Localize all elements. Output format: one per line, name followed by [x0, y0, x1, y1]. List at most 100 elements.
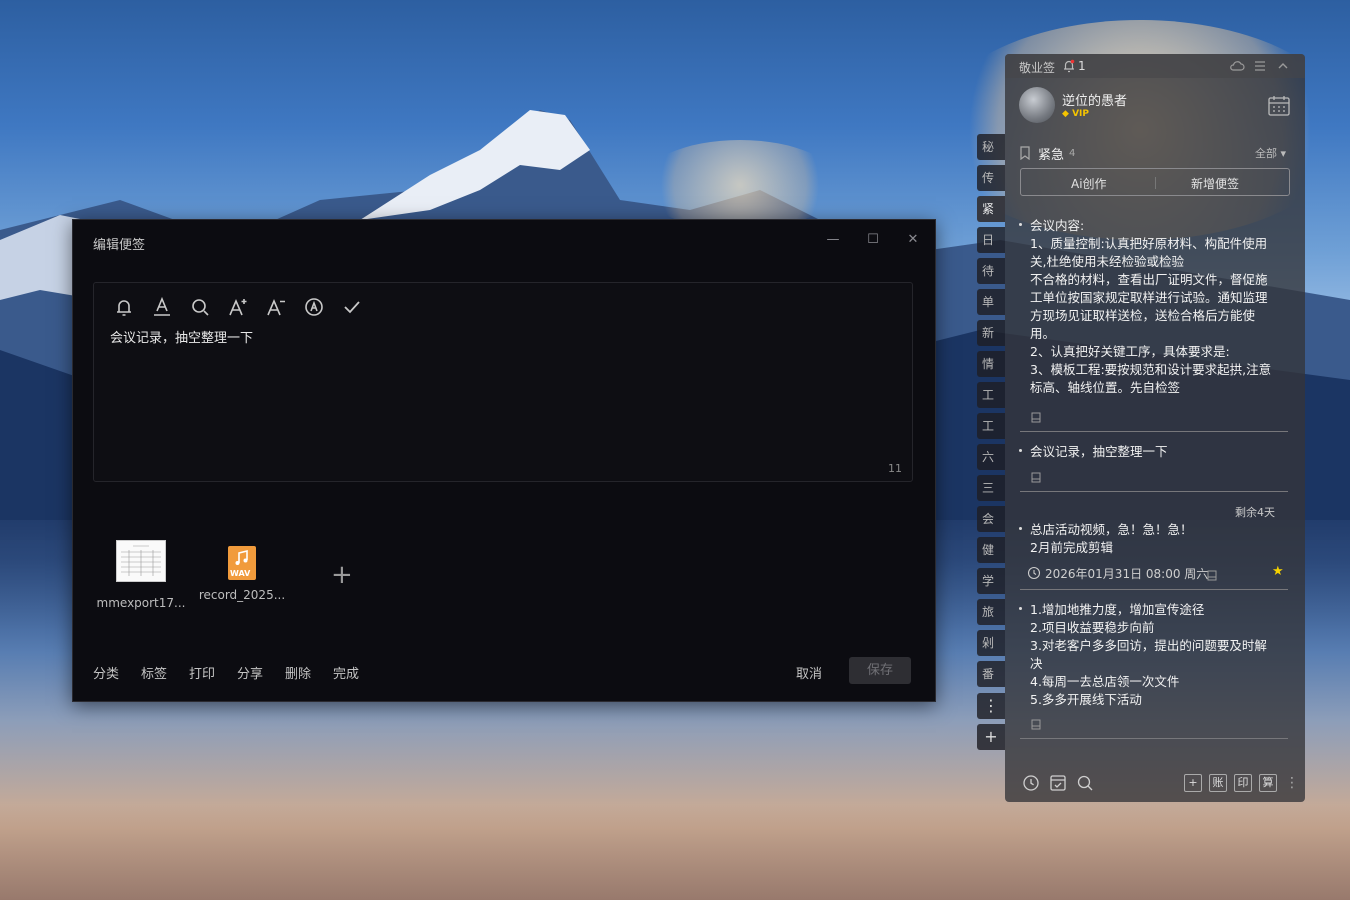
remaining-days: 剩余4天	[1235, 506, 1275, 519]
print-button[interactable]: 打印	[189, 663, 215, 682]
side-tab[interactable]: 工作	[977, 413, 1005, 439]
note-line: 1.增加地推力度，增加宣传途径	[1030, 602, 1205, 617]
checklist-icon[interactable]	[1049, 774, 1067, 792]
note-line: 5.多多开展线下活动	[1030, 692, 1142, 707]
close-button[interactable]: ✕	[903, 230, 923, 250]
menu-icon[interactable]	[1252, 58, 1268, 74]
side-tab[interactable]: 日程	[977, 227, 1005, 253]
note-line: 关,杜绝使用未经检验或检验	[1030, 254, 1184, 269]
add-attachment-button[interactable]: +	[331, 562, 353, 588]
note-line: 标高、轴线位置。先自检签	[1030, 380, 1181, 393]
maximize-button[interactable]: ☐	[863, 230, 883, 250]
checkmark-icon[interactable]	[340, 295, 364, 319]
note-divider	[1020, 738, 1288, 739]
category-button[interactable]: 分类	[93, 663, 119, 682]
side-tab[interactable]: 六班	[977, 444, 1005, 470]
side-tab[interactable]: 番茄	[977, 661, 1005, 687]
side-tab[interactable]: 三班	[977, 475, 1005, 501]
side-tab[interactable]: 单词	[977, 289, 1005, 315]
add-tab-button[interactable]: +	[977, 724, 1005, 750]
note-line: 2、认真把好关键工序，具体要求是:	[1030, 344, 1230, 359]
share-button[interactable]: 分享	[237, 663, 263, 682]
reminder-bell-icon[interactable]	[112, 295, 136, 319]
note-line: 4.每周一去总店领一次文件	[1030, 674, 1180, 689]
side-tab[interactable]: 传输	[977, 165, 1005, 191]
user-name[interactable]: 逆位的愚者	[1062, 90, 1127, 109]
side-tab[interactable]: 剁手	[977, 630, 1005, 656]
note-item[interactable]: 总店活动视频，急！急！急！ 2月前完成剪辑	[1019, 521, 1289, 557]
more-tabs-button[interactable]: ⋮	[977, 693, 1005, 719]
note-editor-area[interactable]: 会议记录，抽空整理一下 11	[93, 282, 913, 482]
add-square-button[interactable]: +	[1184, 774, 1202, 792]
tag-button[interactable]: 标签	[141, 663, 167, 682]
window-title: 编辑便签	[93, 238, 146, 253]
note-lock-icon	[1030, 408, 1042, 423]
note-item[interactable]: 1.增加地推力度，增加宣传途径 2.项目收益要稳步向前 3.对老客户多多回访，提出的…	[1019, 601, 1289, 709]
note-datetime: 2026年01月31日 08:00 周六	[1045, 567, 1209, 581]
note-text: 会议记录，抽空整理一下	[1019, 443, 1289, 461]
side-tab[interactable]: 紧急	[977, 196, 1005, 222]
star-icon[interactable]: ★	[1272, 564, 1284, 579]
note-line: 2月前完成剪辑	[1030, 540, 1113, 555]
minimize-button[interactable]: —	[823, 230, 843, 250]
note-lock-icon	[1206, 566, 1218, 581]
new-note-button[interactable]: 新增便签	[1191, 175, 1239, 192]
attachment-audio[interactable]: WAV record_2025...	[197, 540, 287, 602]
note-bullet	[1019, 527, 1022, 530]
note-content[interactable]: 会议记录，抽空整理一下	[110, 327, 253, 346]
panel-bottom-bar: + 账 印 算 ⋮	[1005, 766, 1305, 802]
category-count: 4	[1069, 148, 1076, 159]
side-tab[interactable]: 秘密	[977, 134, 1005, 160]
filter-dropdown[interactable]: 全部 ▾	[1255, 145, 1286, 161]
side-tab[interactable]: 学习	[977, 568, 1005, 594]
notification-count: 1	[1078, 59, 1086, 73]
search-icon[interactable]	[1076, 774, 1094, 792]
note-item[interactable]: 会议内容: 1、质量控制:认真把好原材料、构配件使用 关,杜绝使用未经检验或检验 不合…	[1019, 217, 1289, 393]
note-bullet	[1019, 607, 1022, 610]
save-button[interactable]: 保存	[849, 657, 911, 684]
avatar[interactable]	[1019, 87, 1055, 123]
edit-note-window: 编辑便签 — ☐ ✕ 会议记录，抽空整理一下 11 mmexport17... …	[72, 219, 936, 702]
side-tab[interactable]: 待办	[977, 258, 1005, 284]
note-text: 1.增加地推力度，增加宣传途径 2.项目收益要稳步向前 3.对老客户多多回访，提出的…	[1019, 601, 1289, 709]
calendar-icon[interactable]	[1267, 95, 1291, 117]
attachment-image[interactable]: mmexport17...	[96, 540, 186, 610]
complete-button[interactable]: 完成	[333, 663, 359, 682]
side-tab[interactable]: 会员	[977, 506, 1005, 532]
note-item[interactable]: 会议记录，抽空整理一下	[1019, 443, 1289, 461]
collapse-icon[interactable]	[1275, 58, 1291, 74]
note-line: 3、模板工程:要按规范和设计要求起拱,注意	[1030, 362, 1272, 377]
sticky-notes-panel: 敬业签 1 逆位的愚者 ◆ VIP 紧急 4 全部 ▾ Ai创作 新增便签 会议…	[1005, 54, 1305, 802]
font-increase-icon[interactable]	[226, 295, 250, 319]
note-line: 不合格的材料，查看出厂证明文件，督促施	[1030, 272, 1268, 287]
note-text: 总店活动视频，急！急！急！ 2月前完成剪辑	[1019, 521, 1289, 557]
action-bar: Ai创作 新增便签	[1020, 168, 1290, 196]
cancel-button[interactable]: 取消	[796, 663, 822, 682]
side-tab[interactable]: 旅游	[977, 599, 1005, 625]
ledger-button[interactable]: 账	[1209, 774, 1227, 792]
category-title: 紧急	[1038, 148, 1065, 163]
side-tab[interactable]: 健康	[977, 537, 1005, 563]
search-icon[interactable]	[188, 295, 212, 319]
note-line: 工单位按国家规定取样进行试验。通知监理	[1030, 290, 1268, 305]
cloud-sync-icon[interactable]	[1229, 58, 1245, 74]
delete-button[interactable]: 删除	[285, 663, 311, 682]
text-style-icon[interactable]	[302, 295, 326, 319]
side-tab[interactable]: 新年	[977, 320, 1005, 346]
notification-bell-icon[interactable]	[1063, 58, 1075, 73]
calculator-button[interactable]: 算	[1259, 774, 1277, 792]
note-line: 3.对老客户多多回访，提出的问题要及时解	[1030, 638, 1267, 653]
char-count: 11	[888, 462, 902, 475]
print-square-button[interactable]: 印	[1234, 774, 1252, 792]
font-decrease-icon[interactable]	[264, 295, 288, 319]
note-line: 总店活动视频，急！急！急！	[1030, 522, 1193, 537]
ai-create-button[interactable]: Ai创作	[1071, 175, 1107, 192]
note-divider	[1020, 431, 1288, 432]
side-tab[interactable]: 工作	[977, 382, 1005, 408]
more-menu-icon[interactable]: ⋮	[1285, 774, 1303, 792]
vip-badge: ◆ VIP	[1062, 109, 1089, 119]
clock-icon[interactable]	[1022, 774, 1040, 792]
text-color-icon[interactable]	[150, 295, 174, 319]
side-tab[interactable]: 情感	[977, 351, 1005, 377]
note-lock-icon	[1030, 715, 1042, 730]
